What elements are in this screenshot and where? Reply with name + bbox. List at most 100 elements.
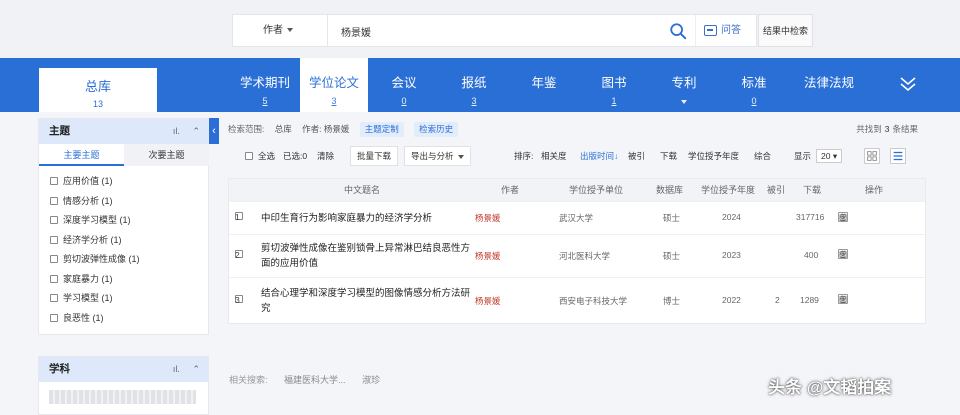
db-tab-patents[interactable]: 专利	[658, 58, 710, 112]
degree-unit-link[interactable]: 武汉大学	[559, 212, 593, 224]
col-unit[interactable]: 学位授予单位	[569, 179, 623, 201]
author-link[interactable]: 杨景媛	[475, 250, 501, 262]
db-tab-laws[interactable]: 法律法规	[796, 58, 862, 112]
checkbox[interactable]	[50, 235, 58, 244]
degree-unit-link[interactable]: 河北医科大学	[559, 250, 610, 262]
result-title-link[interactable]: 中印生育行为影响家庭暴力的经济学分析	[261, 211, 476, 226]
bar-chart-icon[interactable]: ıl.	[173, 364, 180, 374]
sort-degree-year[interactable]: 学位授予年度	[688, 146, 739, 166]
table-row[interactable]: 3 结合心理学和深度学习模型的图像情感分析方法研究 杨景媛 西安电子科技大学 博…	[229, 277, 925, 323]
page-size-select[interactable]: 20 ▾	[816, 149, 843, 163]
clear-button[interactable]: 清除	[317, 146, 334, 166]
search-in-results-button[interactable]: 结果中检索	[758, 14, 813, 47]
db-tab-yearbook[interactable]: 年鉴	[518, 58, 570, 112]
db-tab-count[interactable]: 3	[300, 96, 368, 106]
row-number: 1	[235, 212, 240, 222]
checkbox[interactable]	[50, 294, 58, 302]
degree-unit-link[interactable]: 西安电子科技大学	[559, 295, 627, 307]
checkbox[interactable]	[50, 274, 58, 283]
author-link[interactable]: 杨景媛	[475, 295, 501, 307]
list-view-icon[interactable]	[890, 148, 906, 164]
table-row[interactable]: 1 中印生育行为影响家庭暴力的经济学分析 杨景媛 武汉大学 硕士 2024 31…	[229, 201, 925, 234]
tab-main-topic[interactable]: 主要主题	[39, 144, 124, 166]
db-tab-books[interactable]: 图书 1	[588, 58, 640, 112]
sort-combined[interactable]: 综合	[754, 146, 771, 166]
db-tab-newspaper[interactable]: 报纸 3	[448, 58, 500, 112]
search-scope-row: 检索范围: 总库 作者: 杨景媛 主题定制 检索历史 共找到 3 条结果	[228, 121, 928, 137]
checkbox[interactable]	[50, 216, 58, 224]
double-chevron-down-icon[interactable]	[896, 72, 920, 96]
db-tab-conference[interactable]: 会议 0	[378, 58, 430, 112]
topic-item[interactable]: 深度学习模型 (1)	[50, 211, 208, 231]
chevron-down-icon	[681, 100, 687, 104]
checkbox[interactable]	[50, 255, 58, 263]
topic-item[interactable]: 情感分析 (1)	[50, 192, 208, 212]
database-cell: 硕士	[663, 251, 681, 261]
chat-icon	[704, 24, 717, 36]
ai-icon[interactable]: AI	[838, 294, 848, 304]
downloads-cell: 400	[804, 250, 819, 260]
topic-item[interactable]: 经济学分析 (1)	[50, 231, 208, 251]
search-history-button[interactable]: 检索历史	[414, 122, 459, 137]
db-tab-label: 学术期刊	[239, 76, 290, 90]
topic-item[interactable]: 剪切波弹性成像 (1)	[50, 250, 208, 270]
bar-chart-icon[interactable]: ıl.	[173, 126, 180, 136]
grid-view-icon[interactable]	[864, 148, 880, 164]
database-cell: 硕士	[663, 213, 681, 223]
panel-header: 学科 ıl. ⌃	[39, 357, 208, 382]
db-tab-count[interactable]: 5	[232, 96, 298, 106]
author-link[interactable]: 杨景媛	[475, 212, 501, 224]
topic-item[interactable]: 应用价值 (1)	[50, 172, 208, 192]
table-row[interactable]: 2 剪切波弹性成像在鉴别锁骨上异常淋巴结良恶性方面的应用价值 杨景媛 河北医科大…	[229, 234, 925, 277]
db-tab-standards[interactable]: 标准 0	[728, 58, 780, 112]
search-field-select[interactable]: 作者	[233, 15, 328, 46]
related-searches: 相关搜索: 福建医科大学... 淑珍	[229, 373, 380, 386]
checkbox[interactable]	[245, 152, 253, 160]
related-link[interactable]: 淑珍	[362, 375, 380, 385]
chevron-up-icon[interactable]: ⌃	[192, 126, 200, 136]
checkbox[interactable]	[50, 177, 58, 185]
db-tab-count[interactable]: 1	[588, 96, 640, 106]
search-input[interactable]	[341, 21, 661, 41]
related-link[interactable]: 福建医科大学...	[284, 375, 346, 385]
db-tab-count[interactable]: 0	[378, 96, 430, 106]
col-downloads[interactable]: 下载	[803, 179, 821, 201]
sort-download[interactable]: 下载	[660, 146, 677, 166]
db-tab-theses[interactable]: 学位论文 3	[300, 58, 368, 112]
qa-button[interactable]: 问答	[695, 15, 757, 46]
col-cited[interactable]: 被引	[767, 179, 785, 201]
tab-secondary-topic[interactable]: 次要主题	[124, 144, 209, 166]
db-tab-all[interactable]: 总库 13	[38, 67, 158, 112]
topic-custom-button[interactable]: 主题定制	[359, 122, 404, 137]
col-db[interactable]: 数据库	[656, 179, 683, 201]
checkbox[interactable]	[50, 196, 58, 205]
checkbox[interactable]	[50, 313, 58, 322]
db-tab-label: 专利	[671, 76, 697, 90]
col-year[interactable]: 学位授予年度	[701, 179, 755, 201]
sort-relevance[interactable]: 相关度	[541, 146, 567, 166]
search-icon[interactable]	[669, 22, 687, 40]
selected-number: 0	[302, 151, 308, 161]
batch-download-button[interactable]: 批量下载	[350, 146, 399, 166]
col-title[interactable]: 中文题名	[344, 179, 380, 201]
topic-item[interactable]: 学习模型 (1)	[50, 289, 208, 309]
result-title-link[interactable]: 剪切波弹性成像在鉴别锁骨上异常淋巴结良恶性方面的应用价值	[261, 241, 476, 271]
topic-item[interactable]: 家庭暴力 (1)	[50, 270, 208, 290]
db-tab-journals[interactable]: 学术期刊 5	[232, 58, 298, 112]
ai-icon[interactable]: AI	[838, 212, 848, 222]
selected-label: 已选:	[283, 151, 303, 161]
db-tab-count[interactable]: 3	[448, 96, 500, 106]
col-author[interactable]: 作者	[501, 179, 519, 201]
sort-cited[interactable]: 被引	[628, 146, 645, 166]
collapse-sidebar-button[interactable]: ‹	[209, 118, 219, 144]
topic-item[interactable]: 良恶性 (1)	[50, 309, 208, 329]
sort-publish-time[interactable]: 出版时间↓	[580, 146, 618, 166]
chevron-up-icon[interactable]: ⌃	[192, 364, 200, 374]
ai-icon[interactable]: AI	[838, 249, 848, 259]
result-title-link[interactable]: 结合心理学和深度学习模型的图像情感分析方法研究	[261, 286, 476, 316]
db-tab-count[interactable]: 0	[728, 96, 780, 106]
export-analysis-button[interactable]: 导出与分析	[404, 146, 471, 166]
panel-title: 学科	[49, 363, 70, 375]
col-ops: 操作	[865, 185, 884, 195]
select-all[interactable]: 全选	[245, 146, 275, 166]
